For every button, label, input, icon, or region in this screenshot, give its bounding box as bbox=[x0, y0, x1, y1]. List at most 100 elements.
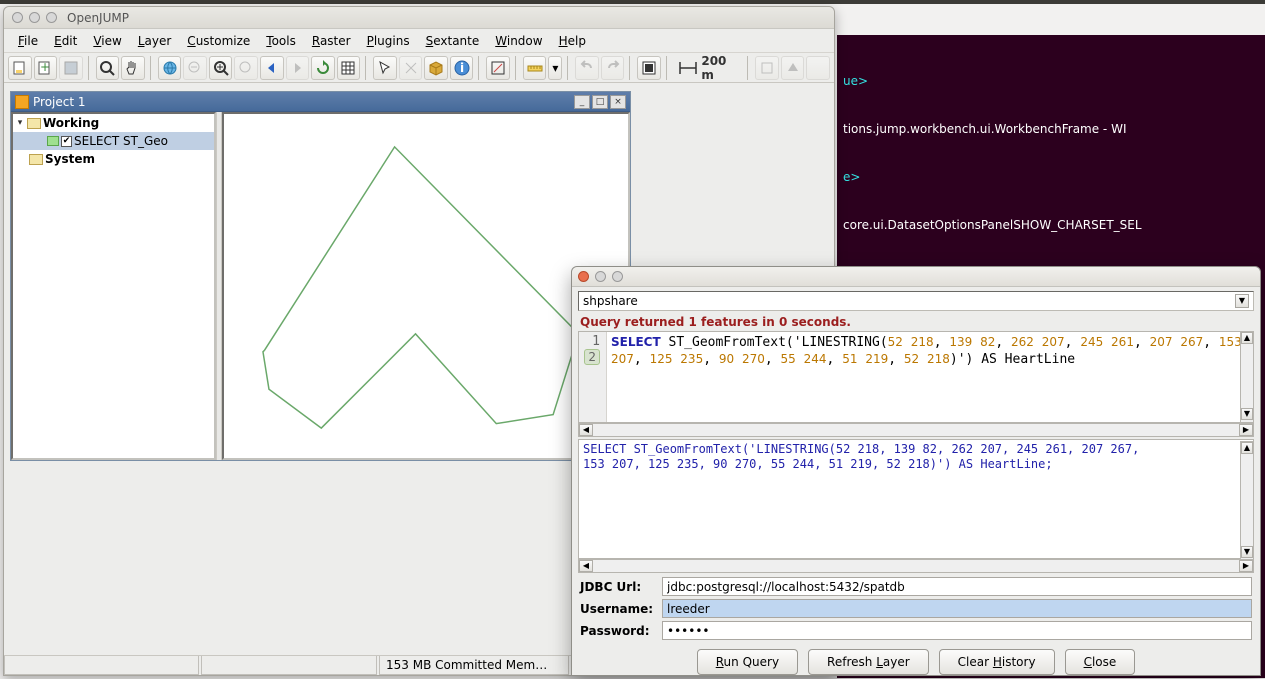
app-title: OpenJUMP bbox=[67, 11, 129, 25]
tree-category-label: Working bbox=[43, 116, 99, 130]
zoom-next-button[interactable] bbox=[286, 56, 310, 80]
menu-edit[interactable]: Edit bbox=[46, 31, 85, 51]
window-minimize-icon[interactable] bbox=[29, 12, 40, 23]
refresh-layer-button[interactable]: Refresh Layer bbox=[808, 649, 929, 675]
tree-category-system[interactable]: System bbox=[13, 150, 214, 168]
chevron-down-icon[interactable]: ▼ bbox=[1235, 294, 1249, 308]
dialog-maximize-icon[interactable] bbox=[612, 271, 623, 282]
window-maximize-icon[interactable] bbox=[46, 12, 57, 23]
run-query-button[interactable]: Run Query bbox=[697, 649, 798, 675]
package-button[interactable] bbox=[424, 56, 448, 80]
history-vscrollbar[interactable]: ▲▼ bbox=[1240, 441, 1254, 561]
menu-view[interactable]: View bbox=[85, 31, 129, 51]
tree-category-working[interactable]: ▾ Working bbox=[13, 114, 214, 132]
query-status-message: Query returned 1 features in 0 seconds. bbox=[572, 311, 1260, 331]
toolbar-separator bbox=[666, 56, 669, 80]
menu-file[interactable]: File bbox=[10, 31, 46, 51]
sql-editor[interactable]: 12 SELECT ST_GeomFromText('LINESTRING(52… bbox=[578, 331, 1254, 423]
status-cell-memory: 153 MB Committed Mem… bbox=[379, 656, 569, 675]
edit-geometry-button[interactable] bbox=[486, 56, 510, 80]
project-maximize-icon[interactable]: □ bbox=[592, 95, 608, 109]
jdbc-url-field[interactable] bbox=[662, 577, 1252, 596]
username-label: Username: bbox=[580, 602, 656, 616]
project-minimize-icon[interactable]: _ bbox=[574, 95, 590, 109]
toolbar-separator bbox=[515, 56, 518, 80]
nav-misc-button[interactable] bbox=[806, 56, 830, 80]
clear-history-button[interactable]: Clear History bbox=[939, 649, 1055, 675]
layer-color-swatch bbox=[47, 136, 59, 146]
zoom-full-button[interactable] bbox=[158, 56, 182, 80]
nav-up-button[interactable] bbox=[781, 56, 805, 80]
new-project-button[interactable] bbox=[8, 56, 32, 80]
info-button[interactable]: i bbox=[450, 56, 474, 80]
query-history[interactable]: SELECT ST_GeomFromText('LINESTRING(52 21… bbox=[578, 439, 1254, 559]
window-close-icon[interactable] bbox=[12, 12, 23, 23]
terminal-line: e> bbox=[843, 170, 860, 184]
terminal-line: tions.jump.workbench.ui.WorkbenchFrame -… bbox=[843, 122, 1126, 136]
tree-layer-label: SELECT ST_Geo bbox=[74, 134, 168, 148]
menu-layer[interactable]: Layer bbox=[130, 31, 179, 51]
undo-button[interactable] bbox=[575, 56, 599, 80]
toolbar-separator bbox=[150, 56, 153, 80]
username-field[interactable] bbox=[662, 599, 1252, 618]
map-canvas[interactable] bbox=[222, 112, 630, 460]
layer-tree[interactable]: ▾ Working ✔ SELECT ST_Geo System bbox=[11, 112, 216, 460]
connection-form: JDBC Url: Username: Password: bbox=[572, 573, 1260, 640]
project-title: Project 1 bbox=[33, 95, 86, 109]
db-query-titlebar[interactable] bbox=[572, 267, 1260, 287]
zoom-in-button[interactable] bbox=[96, 56, 120, 80]
toolbar: + i ▾ 200 m bbox=[4, 53, 834, 83]
terminal-line: core.ui.DatasetOptionsPanelSHOW_CHARSET_… bbox=[843, 218, 1142, 232]
menu-customize[interactable]: Customize bbox=[179, 31, 258, 51]
jdbc-url-label: JDBC Url: bbox=[580, 580, 656, 594]
project-titlebar[interactable]: Project 1 _ □ × bbox=[11, 92, 630, 112]
toolbar-separator bbox=[747, 56, 750, 80]
attribute-table-button[interactable] bbox=[337, 56, 361, 80]
terminal-line: ue> bbox=[843, 74, 868, 88]
save-button[interactable] bbox=[59, 56, 83, 80]
status-cell-coords bbox=[4, 656, 199, 675]
project-window: Project 1 _ □ × ▾ Working ✔ SELECT ST_Ge… bbox=[10, 91, 631, 461]
layer-visibility-checkbox[interactable]: ✔ bbox=[61, 136, 72, 147]
redo-button[interactable] bbox=[601, 56, 625, 80]
zoom-realtime-button[interactable] bbox=[209, 56, 233, 80]
dialog-minimize-icon[interactable] bbox=[595, 271, 606, 282]
cut-button[interactable] bbox=[399, 56, 423, 80]
measure-dropdown-icon[interactable]: ▾ bbox=[548, 56, 562, 80]
add-layer-button[interactable]: + bbox=[34, 56, 58, 80]
project-close-icon[interactable]: × bbox=[610, 95, 626, 109]
menu-plugins[interactable]: Plugins bbox=[359, 31, 418, 51]
password-field[interactable] bbox=[662, 621, 1252, 640]
output-window-button[interactable] bbox=[637, 56, 661, 80]
editor-gutter: 12 bbox=[579, 332, 607, 422]
desktop-menubar bbox=[0, 0, 1265, 4]
menu-tools[interactable]: Tools bbox=[258, 31, 304, 51]
editor-hscrollbar[interactable]: ◀▶ bbox=[578, 423, 1254, 437]
tree-layer-heartline[interactable]: ✔ SELECT ST_Geo bbox=[13, 132, 214, 150]
menu-sextante[interactable]: Sextante bbox=[418, 31, 488, 51]
editor-vscrollbar[interactable]: ▲▼ bbox=[1240, 331, 1254, 423]
connection-combo[interactable]: shpshare ▼ bbox=[578, 291, 1254, 311]
nav-home-button[interactable] bbox=[755, 56, 779, 80]
history-hscrollbar[interactable]: ◀▶ bbox=[578, 559, 1254, 573]
titlebar[interactable]: OpenJUMP bbox=[4, 7, 834, 29]
svg-text:+: + bbox=[40, 60, 50, 74]
menu-raster[interactable]: Raster bbox=[304, 31, 359, 51]
menu-help[interactable]: Help bbox=[551, 31, 594, 51]
sql-code[interactable]: SELECT ST_GeomFromText('LINESTRING(52 21… bbox=[607, 332, 1253, 422]
dialog-close-icon[interactable] bbox=[578, 271, 589, 282]
measure-button[interactable] bbox=[523, 56, 547, 80]
select-button[interactable] bbox=[373, 56, 397, 80]
menubar: File Edit View Layer Customize Tools Ras… bbox=[4, 29, 834, 53]
zoom-selected-button[interactable] bbox=[234, 56, 258, 80]
zoom-out-button[interactable] bbox=[183, 56, 207, 80]
tree-toggle-icon[interactable]: ▾ bbox=[15, 118, 25, 128]
close-button[interactable]: Close bbox=[1065, 649, 1136, 675]
tree-category-label: System bbox=[45, 152, 95, 166]
refresh-button[interactable] bbox=[311, 56, 335, 80]
zoom-prev-button[interactable] bbox=[260, 56, 284, 80]
menu-window[interactable]: Window bbox=[487, 31, 550, 51]
pan-button[interactable] bbox=[121, 56, 145, 80]
toolbar-separator bbox=[365, 56, 368, 80]
toolbar-separator bbox=[88, 56, 91, 80]
